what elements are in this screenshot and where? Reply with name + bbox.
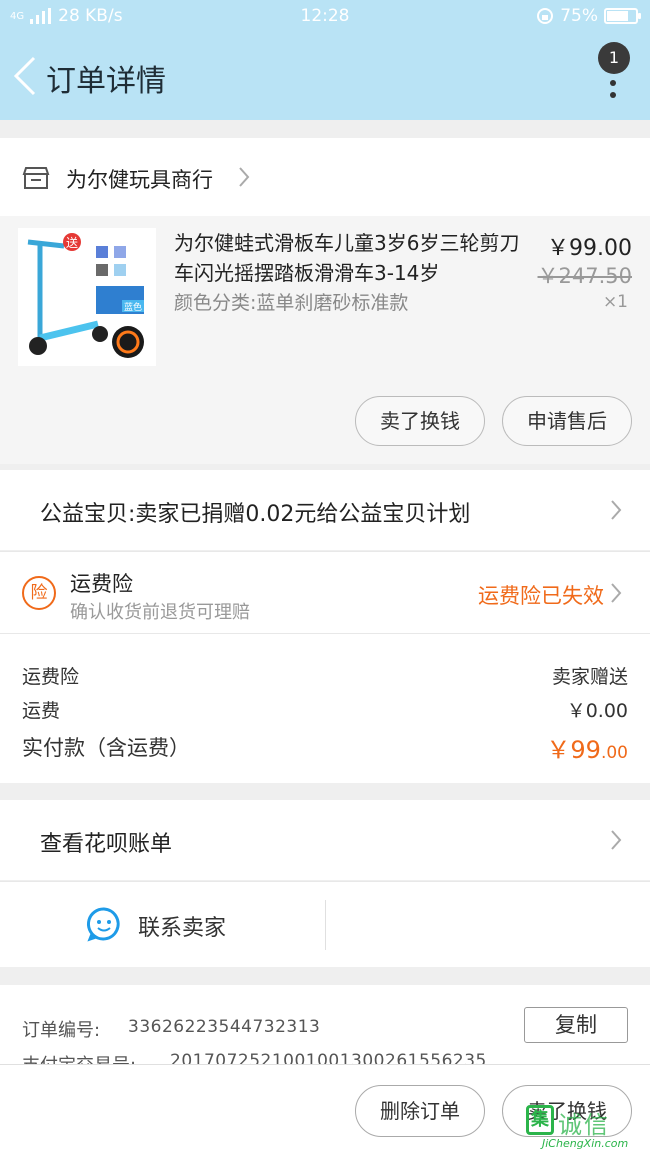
product-card: 送 蓝色 为尔健蛙式滑板车儿童3岁6岁三轮剪刀车闪光摇摆踏板滑滑车3-14岁 颜… xyxy=(0,216,650,464)
scooter-image: 送 蓝色 xyxy=(18,228,156,366)
product-quantity: ×1 xyxy=(602,292,628,312)
chat-bubble-icon[interactable] xyxy=(86,906,122,942)
contact-row: 联系卖家 xyxy=(0,881,650,967)
product-sku: 颜色分类:蓝单刹磨砂标准款 xyxy=(174,292,409,314)
contact-seller-button[interactable]: 联系卖家 xyxy=(138,910,226,942)
image-tag-color: 蓝色 xyxy=(124,301,142,313)
shipping-insurance-row[interactable]: 险 运费险 确认收货前退货可理赔 运费险已失效 xyxy=(0,551,650,633)
charity-row[interactable]: 公益宝贝:卖家已捐赠0.02元给公益宝贝计划 xyxy=(0,470,650,550)
insurance-title: 运费险 xyxy=(70,572,133,596)
copy-button[interactable]: 复制 xyxy=(524,1007,628,1043)
more-dot-icon xyxy=(610,92,616,98)
image-tag-gift: 送 xyxy=(66,235,78,250)
notification-badge: 1 xyxy=(598,42,630,74)
status-bar: 4G 28 KB/s 12:28 75% xyxy=(0,0,650,32)
battery-percent: 75% xyxy=(560,6,598,26)
shop-row[interactable]: 为尔健玩具商行 xyxy=(0,138,650,216)
total-amount-int: ￥99 xyxy=(546,736,601,764)
more-menu-button[interactable]: 1 xyxy=(594,40,634,110)
watermark-url: JiChengXin.com xyxy=(542,1137,629,1150)
shipping-fee-label: 运费 xyxy=(22,700,61,722)
huabei-text: 查看花呗账单 xyxy=(40,832,173,857)
watermark-text: 诚信 xyxy=(558,1111,610,1139)
nav-bar: 订单详情 1 xyxy=(0,32,650,120)
charity-text: 公益宝贝:卖家已捐赠0.02元给公益宝贝计划 xyxy=(40,502,471,527)
shipping-fee-value: ￥0.00 xyxy=(566,700,628,722)
order-number: 33626223544732313 xyxy=(128,1017,321,1037)
huabei-bill-row[interactable]: 查看花呗账单 xyxy=(0,800,650,880)
battery-icon xyxy=(604,8,641,24)
chevron-right-icon xyxy=(611,500,622,520)
order-info: 订单编号: 33626223544732313 复制 支付宝交易号: 20170… xyxy=(0,985,650,1075)
total-amount-dec: .00 xyxy=(600,743,628,763)
site-watermark: 集 诚信 JiChengXin.com xyxy=(526,1105,646,1151)
shop-name: 为尔健玩具商行 xyxy=(66,168,213,192)
after-sale-button[interactable]: 申请售后 xyxy=(502,396,632,446)
total-amount: ￥99.00 xyxy=(546,730,628,765)
chevron-right-icon xyxy=(611,830,622,850)
sell-button[interactable]: 卖了换钱 xyxy=(355,396,485,446)
insurance-status: 运费险已失效 xyxy=(478,584,604,608)
product-original-price: ￥247.50 xyxy=(537,264,632,288)
chevron-right-icon xyxy=(611,583,622,603)
product-image[interactable]: 送 蓝色 xyxy=(18,228,156,366)
insurance-icon: 险 xyxy=(22,576,56,610)
status-right: 75% xyxy=(536,6,641,26)
back-arrow-icon[interactable] xyxy=(12,56,40,96)
insurance-subtitle: 确认收货前退货可理赔 xyxy=(70,602,250,623)
page-title: 订单详情 xyxy=(46,64,166,99)
more-dot-icon xyxy=(610,80,616,86)
store-icon xyxy=(22,167,50,189)
watermark-logo: 集 xyxy=(526,1105,554,1135)
order-number-label: 订单编号: xyxy=(22,1020,101,1041)
product-title[interactable]: 为尔健蛙式滑板车儿童3岁6岁三轮剪刀车闪光摇摆踏板滑滑车3-14岁 xyxy=(174,228,534,288)
insurance-fee-label: 运费险 xyxy=(22,666,80,688)
delete-order-button[interactable]: 删除订单 xyxy=(355,1085,485,1137)
product-price: ￥99.00 xyxy=(547,236,632,261)
rotation-lock-icon xyxy=(537,8,554,24)
divider xyxy=(325,900,326,950)
total-label: 实付款（含运费） xyxy=(22,736,190,760)
chevron-right-icon xyxy=(239,167,250,187)
fee-summary: 运费险 卖家赠送 运费 ￥0.00 实付款（含运费） ￥99.00 xyxy=(0,633,650,783)
insurance-fee-value: 卖家赠送 xyxy=(551,666,628,688)
